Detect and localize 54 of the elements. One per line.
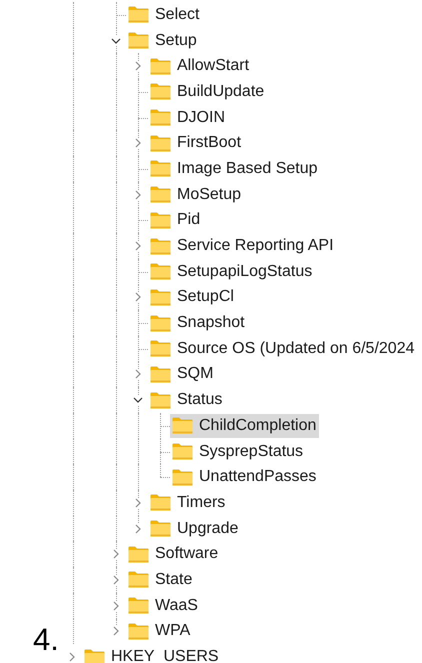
folder-icon (150, 263, 171, 280)
tree-item-label[interactable]: WPA (155, 623, 190, 640)
folder-icon (172, 468, 193, 486)
folder-icon (150, 212, 171, 229)
tree-item-label[interactable]: Timers (177, 494, 226, 511)
tree-item-label[interactable]: Source OS (Updated on 6/5/2024 (177, 340, 414, 357)
tree-item-label[interactable]: Setup (155, 32, 197, 49)
tree-item-label[interactable]: HKEY_USERS (111, 649, 219, 663)
folder-icon (150, 134, 171, 152)
folder-icon (150, 366, 171, 383)
folder-icon (84, 648, 105, 663)
folder-icon (172, 443, 193, 460)
folder-icon (150, 160, 171, 178)
folder-icon (128, 571, 149, 588)
folder-icon (150, 186, 171, 204)
tree-item-label[interactable]: State (155, 572, 192, 588)
tree-item-label[interactable]: Snapshot (177, 315, 245, 332)
tree-item-label[interactable]: Service Reporting API (177, 238, 334, 254)
tree-item-label[interactable]: FirstBoot (177, 135, 242, 152)
folder-icon (150, 494, 171, 512)
folder-icon (150, 83, 171, 100)
folder-icon (150, 314, 171, 332)
tree-item-label[interactable]: DJOIN (177, 110, 225, 126)
tree-item-label[interactable]: BuildUpdate (177, 84, 264, 100)
folder-icon (150, 520, 171, 538)
folder-icon (128, 597, 149, 614)
tree-item-label[interactable]: AllowStart (177, 58, 250, 74)
folder-icon (128, 546, 149, 563)
folder-icon (150, 340, 171, 358)
tree-item-label[interactable]: Status (177, 392, 222, 408)
folder-icon (150, 58, 171, 75)
tree-item-label[interactable]: SetupCl (177, 289, 234, 306)
tree-item-label[interactable]: Upgrade (177, 520, 238, 537)
tree-item-label[interactable]: WaaS (155, 598, 198, 614)
folder-icon (172, 417, 193, 434)
folder-icon (150, 288, 171, 306)
tree-item-label[interactable]: UnattendPasses (199, 469, 316, 486)
folder-icon (128, 32, 149, 50)
tree-item-label[interactable]: SetupapiLogStatus (177, 264, 312, 280)
tree-item[interactable]: ChildCompletion (170, 414, 320, 438)
folder-icon (128, 6, 149, 24)
tree-item-label[interactable]: MoSetup (177, 186, 242, 203)
folder-icon (150, 109, 171, 126)
folder-icon (150, 392, 171, 409)
tree-item-label[interactable]: ChildCompletion (199, 418, 316, 434)
tree-item-label[interactable]: Select (155, 6, 200, 23)
tree-item-label[interactable]: Pid (177, 212, 200, 228)
tree-item-label[interactable]: Software (155, 546, 218, 562)
tree-item-label[interactable]: SQM (177, 366, 214, 382)
tree-item-label[interactable]: SysprepStatus (199, 444, 304, 460)
folder-icon (128, 622, 149, 640)
annotation-number: 4. (33, 624, 59, 655)
folder-icon (150, 238, 171, 255)
tree-item-label[interactable]: Image Based Setup (177, 160, 318, 177)
